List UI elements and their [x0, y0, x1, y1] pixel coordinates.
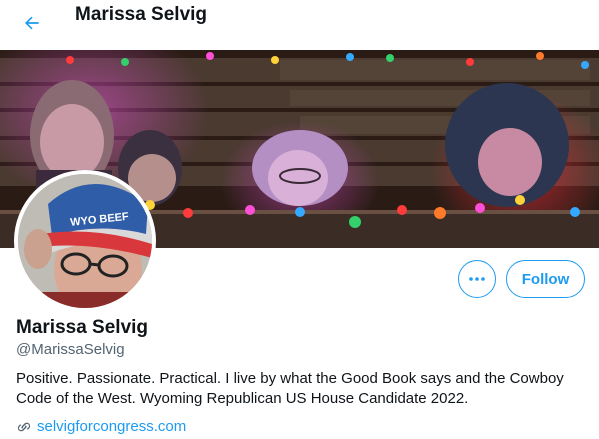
more-horizontal-icon	[469, 277, 485, 281]
header-title: Marissa Selvig	[75, 4, 208, 25]
profile-website-link[interactable]: selvigforcongress.com	[37, 418, 186, 435]
profile-handle: @MarissaSelvig	[16, 341, 125, 358]
follow-button[interactable]: Follow	[506, 260, 585, 298]
arrow-left-icon	[25, 16, 39, 30]
back-button[interactable]	[14, 8, 50, 38]
profile-bio: Positive. Passionate. Practical. I live …	[16, 370, 564, 407]
avatar-photo: WYO BEEF	[18, 174, 152, 308]
top-bar: Marissa Selvig	[0, 0, 599, 50]
link-icon	[17, 422, 31, 431]
avatar[interactable]: WYO BEEF	[14, 170, 156, 312]
profile-display-name: Marissa Selvig	[16, 317, 149, 338]
more-options-button[interactable]	[458, 260, 496, 298]
profile-website-row: selvigforcongress.com	[16, 418, 186, 435]
